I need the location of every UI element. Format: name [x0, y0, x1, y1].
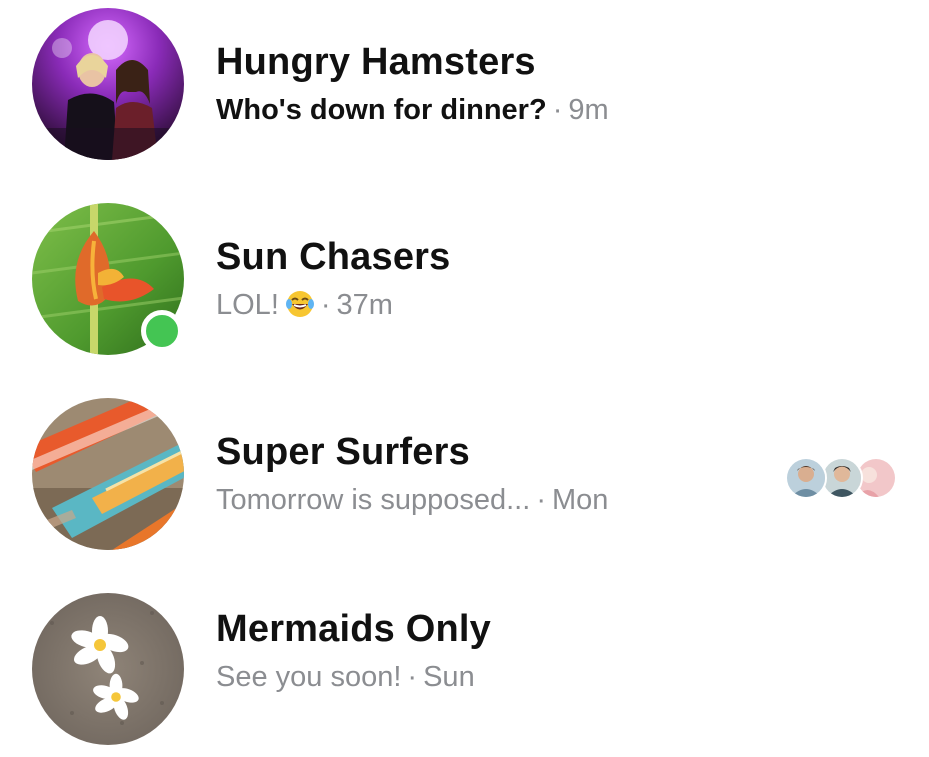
- group-avatar: [32, 593, 184, 745]
- group-avatar: [32, 398, 184, 550]
- timestamp: Sun: [423, 661, 475, 693]
- conversation-name: Sun Chasers: [216, 236, 451, 278]
- conversation-list: Hungry Hamsters Who's down for dinner? · 9…: [0, 0, 929, 757]
- plumeria-sand-photo-icon: [32, 593, 184, 745]
- message-preview: Tomorrow is supposed...: [216, 484, 531, 516]
- message-preview: LOL!: [216, 289, 279, 321]
- separator-dot: ·: [320, 289, 331, 321]
- seen-by-avatars: [785, 457, 897, 499]
- conversation-row-mermaids-only[interactable]: Mermaids Only See you soon! · Sun: [0, 585, 929, 755]
- conversation-row-hungry-hamsters[interactable]: Hungry Hamsters Who's down for dinner? · 9…: [0, 0, 929, 170]
- conversation-text: Sun Chasers LOL! · 37m: [216, 235, 889, 323]
- seen-avatar: [785, 457, 827, 499]
- conversation-text: Hungry Hamsters Who's down for dinner? · 9…: [216, 40, 889, 128]
- laughing-tears-emoji-icon: [285, 291, 314, 317]
- timestamp: 9m: [568, 94, 609, 126]
- conversation-text: Mermaids Only See you soon! · Sun: [216, 607, 889, 695]
- message-preview: See you soon!: [216, 661, 402, 693]
- separator-dot: ·: [407, 661, 418, 693]
- person-avatar-icon: [823, 459, 861, 497]
- group-avatar: [32, 8, 184, 160]
- separator-dot: ·: [536, 484, 546, 516]
- message-preview: Who's down for dinner?: [216, 94, 547, 126]
- party-photo-icon: [32, 8, 184, 160]
- conversation-name: Mermaids Only: [216, 608, 492, 650]
- timestamp: 37m: [336, 289, 393, 321]
- person-avatar-icon: [787, 459, 825, 497]
- conversation-name: Hungry Hamsters: [216, 41, 536, 83]
- online-status-dot: [141, 310, 183, 352]
- conversation-subtitle: LOL! · 37m: [216, 287, 889, 323]
- conversation-row-sun-chasers[interactable]: Sun Chasers LOL! · 37m: [0, 195, 929, 365]
- seen-avatar: [821, 457, 863, 499]
- timestamp: Mon: [551, 484, 609, 516]
- conversation-subtitle: See you soon! · Sun: [216, 659, 889, 695]
- separator-dot: ·: [552, 94, 563, 126]
- conversation-subtitle: Who's down for dinner? · 9m: [216, 92, 889, 128]
- surfboards-photo-icon: [32, 398, 184, 550]
